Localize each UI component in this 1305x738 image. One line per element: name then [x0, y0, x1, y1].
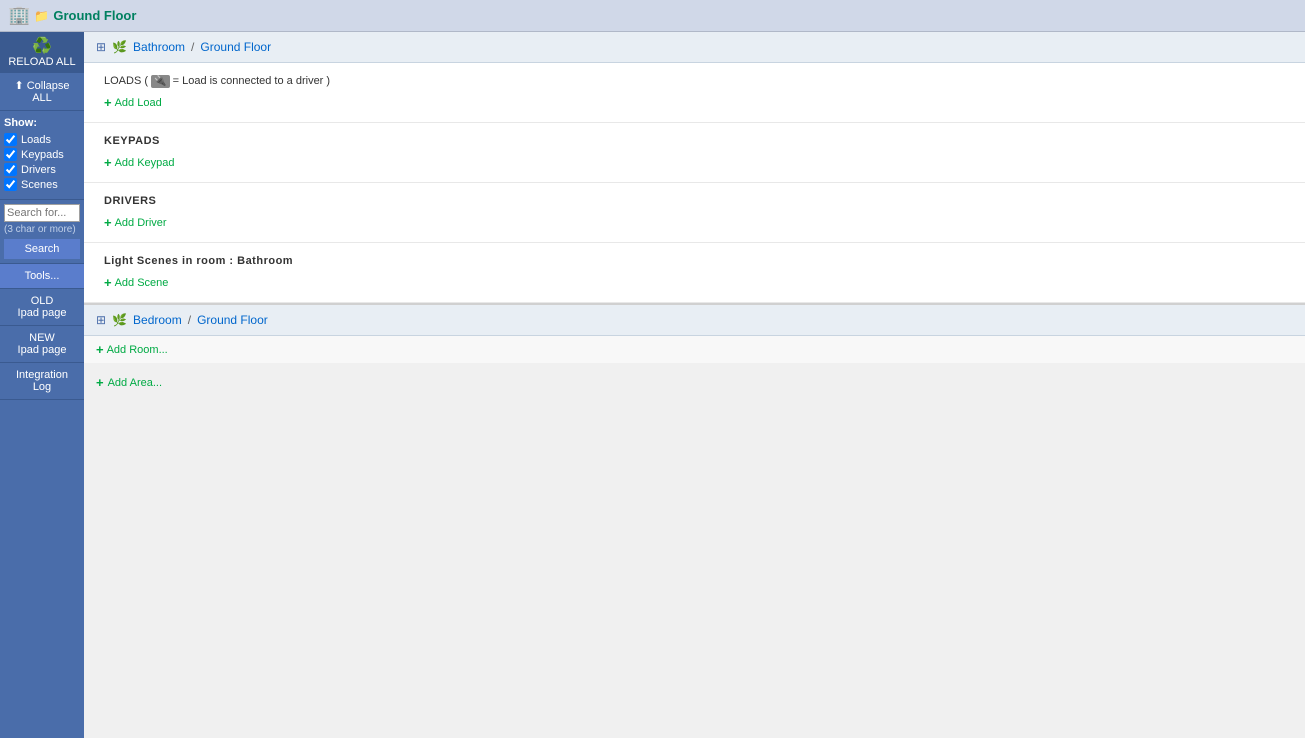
show-keypads-checkbox[interactable]: Keypads: [4, 148, 80, 161]
bathroom-content: LOADS ( 🔌 = Load is connected to a drive…: [84, 63, 1305, 305]
page-title: Ground Floor: [53, 8, 136, 23]
scenes-title: Light Scenes in room : Bathroom: [104, 255, 1285, 267]
search-input[interactable]: [4, 204, 80, 222]
room-bathroom: ⊞ 🌿 Bathroom / Ground Floor LOADS ( 🔌 = …: [84, 32, 1305, 305]
add-area-link[interactable]: + Add Area...: [96, 375, 1293, 390]
old-ipad-button[interactable]: OLD Ipad page: [0, 289, 84, 326]
loads-description: LOADS ( 🔌 = Load is connected to a drive…: [104, 75, 1285, 87]
add-driver-link[interactable]: + Add Driver: [104, 215, 1285, 230]
show-drivers-checkbox[interactable]: Drivers: [4, 163, 80, 176]
bedroom-link[interactable]: Bedroom: [133, 313, 182, 327]
main-content: ⊞ 🌿 Bathroom / Ground Floor LOADS ( 🔌 = …: [84, 32, 1305, 738]
top-bar: 🏢 📁 Ground Floor: [0, 0, 1305, 32]
show-label: Show:: [4, 117, 80, 129]
integration-log-button[interactable]: Integration Log: [0, 363, 84, 400]
show-filters-section: Show: Loads Keypads Drivers Scenes: [0, 111, 84, 200]
add-room-section: + Add Room...: [84, 336, 1305, 363]
add-scene-plus-icon: +: [104, 275, 112, 290]
tools-button[interactable]: Tools...: [0, 264, 84, 289]
keypads-section: KEYPADS + Add Keypad: [84, 123, 1305, 183]
drivers-title: DRIVERS: [104, 195, 1285, 207]
bathroom-area-link[interactable]: Ground Floor: [200, 40, 271, 54]
add-load-link[interactable]: + Add Load: [104, 95, 1285, 110]
drivers-section: DRIVERS + Add Driver: [84, 183, 1305, 243]
loads-section: LOADS ( 🔌 = Load is connected to a drive…: [84, 63, 1305, 123]
add-keypad-link[interactable]: + Add Keypad: [104, 155, 1285, 170]
collapse-all-button[interactable]: ⬆ Collapse ALL: [0, 73, 84, 111]
bedroom-header: ⊞ 🌿 Bedroom / Ground Floor: [84, 305, 1305, 336]
add-keypad-plus-icon: +: [104, 155, 112, 170]
room-bedroom: ⊞ 🌿 Bedroom / Ground Floor + Add Room...: [84, 305, 1305, 363]
search-hint: (3 char or more): [4, 224, 80, 235]
keypads-title: KEYPADS: [104, 135, 1285, 147]
bedroom-tree-icon: 🌿: [112, 313, 127, 327]
bathroom-header: ⊞ 🌿 Bathroom / Ground Floor: [84, 32, 1305, 63]
add-area-plus-icon: +: [96, 375, 104, 390]
search-button[interactable]: Search: [4, 239, 80, 259]
scenes-section: Light Scenes in room : Bathroom + Add Sc…: [84, 243, 1305, 303]
room-grid-icon: ⊞: [96, 40, 106, 54]
add-room-link[interactable]: + Add Room...: [96, 342, 168, 357]
new-ipad-button[interactable]: NEW Ipad page: [0, 326, 84, 363]
add-driver-plus-icon: +: [104, 215, 112, 230]
collapse-icon: ⬆: [14, 80, 23, 92]
reload-all-button[interactable]: ♻️ RELOAD ALL: [0, 32, 84, 73]
show-scenes-checkbox[interactable]: Scenes: [4, 178, 80, 191]
add-area-section: + Add Area...: [84, 363, 1305, 402]
bedroom-grid-icon: ⊞: [96, 313, 106, 327]
floor-icon: 🏢: [8, 5, 30, 26]
add-room-plus-icon: +: [96, 342, 104, 357]
room-tree-icon: 🌿: [112, 40, 127, 54]
bathroom-link[interactable]: Bathroom: [133, 40, 185, 54]
add-load-plus-icon: +: [104, 95, 112, 110]
reload-icon: ♻️: [32, 36, 52, 56]
bedroom-area-link[interactable]: Ground Floor: [197, 313, 268, 327]
folder-icon: 📁: [34, 9, 49, 23]
driver-connected-icon: 🔌: [151, 75, 169, 88]
add-scene-link[interactable]: + Add Scene: [104, 275, 1285, 290]
sidebar: ♻️ RELOAD ALL ⬆ Collapse ALL Show: Loads…: [0, 32, 84, 738]
search-section: (3 char or more) Search: [0, 200, 84, 264]
show-loads-checkbox[interactable]: Loads: [4, 133, 80, 146]
